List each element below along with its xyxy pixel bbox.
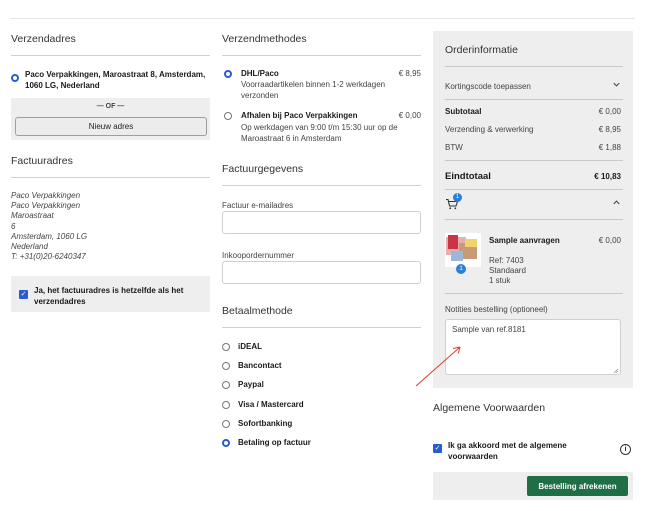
invoice-email-label: Factuur e-mailadres [222, 201, 294, 210]
payment-label-visa-mastercard[interactable]: Visa / Mastercard [238, 400, 304, 409]
shipping-method-price-pickup: € 0,00 [398, 111, 421, 120]
item-divider [445, 293, 623, 294]
payment-radio-invoice[interactable] [222, 439, 230, 447]
order-divider [445, 66, 623, 67]
item-qty-badge: 1 [456, 264, 466, 274]
billing-line: Amsterdam, 1060 LG [11, 231, 88, 241]
total-value: € 10,83 [594, 172, 621, 181]
info-icon[interactable]: i [620, 444, 631, 455]
shipping-methods-title: Verzendmethodes [222, 33, 307, 45]
shipping-method-name-pickup: Afhalen bij Paco Verpakkingen [241, 111, 358, 120]
po-number-label: Inkoopordernummer [222, 251, 295, 260]
payment-radio-ideal[interactable] [222, 343, 230, 351]
chevron-down-icon[interactable] [612, 80, 621, 91]
same-address-label: Ja, het factuuradres is hetzelfde als he… [34, 286, 184, 306]
shipping-address-radio[interactable] [11, 74, 19, 82]
shipping-method-name-dhl: DHL/Paco [241, 69, 279, 78]
resize-handle-icon[interactable] [613, 367, 619, 376]
checkout-button[interactable]: Bestelling afrekenen [527, 476, 628, 496]
item-name: Sample aanvragen [489, 236, 560, 245]
cart-divider [445, 219, 623, 220]
shipping-method-price-dhl: € 8,95 [398, 69, 421, 78]
billing-line: Paco Verpakkingen [11, 191, 81, 200]
payment-radio-sofortbanking[interactable] [222, 420, 230, 428]
terms-title: Algemene Voorwaarden [433, 402, 546, 414]
discount-toggle-label[interactable]: Kortingscode toepassen [445, 82, 531, 91]
invoice-email-input[interactable] [222, 211, 421, 234]
annotation-arrow-icon [415, 346, 461, 387]
invoice-divider [222, 185, 421, 186]
item-price: € 0,00 [598, 236, 621, 245]
payment-radio-paypal[interactable] [222, 381, 230, 389]
total-label: Eindtotaal [445, 171, 491, 182]
item-ref: Ref: 7403 [489, 256, 524, 265]
item-quantity: 1 stuk [489, 276, 511, 285]
totals-divider [445, 160, 623, 161]
notes-textarea[interactable]: Sample van ref.8181 [445, 319, 621, 375]
same-address-checkbox[interactable]: ✓ [19, 290, 28, 299]
subtotal-label: Subtotaal [445, 107, 482, 116]
payment-label-sofortbanking[interactable]: Sofortbanking [238, 419, 292, 428]
shipping-cost-label: Verzending & verwerking [445, 125, 534, 134]
shipping-cost-value: € 8,95 [598, 125, 621, 134]
vat-label: BTW [445, 143, 463, 152]
order-title: Orderinformatie [445, 44, 518, 56]
product-thumbnail [445, 233, 481, 267]
subtotal-value: € 0,00 [598, 107, 621, 116]
payment-title: Betaalmethode [222, 305, 293, 317]
payment-radio-bancontact[interactable] [222, 362, 230, 370]
payment-label-ideal[interactable]: iDEAL [238, 342, 262, 351]
po-number-input[interactable] [222, 261, 421, 284]
shipping-address-text: Paco Verpakkingen, Maroastraat 8, Amster… [25, 70, 206, 90]
shipping-methods-divider [222, 55, 421, 56]
billing-divider [11, 177, 210, 178]
billing-line: Maroastraat [11, 211, 54, 221]
chevron-up-icon[interactable] [612, 198, 621, 209]
billing-address: Paco Verpakkingen Paco Verpakkingen Maro… [11, 191, 201, 262]
new-address-button[interactable]: Nieuw adres [15, 117, 207, 136]
payment-radio-visa-mastercard[interactable] [222, 401, 230, 409]
item-variant: Standaard [489, 266, 526, 275]
terms-checkbox[interactable]: ✓ [433, 444, 442, 453]
terms-label: Ik ga akkoord met de algemene voorwaarde… [448, 441, 567, 461]
shipping-method-desc-pickup: Op werkdagen van 9:00 t/m 15:30 uur op d… [241, 123, 398, 143]
billing-line: 6 [11, 221, 16, 231]
notes-label: Notities bestelling (optioneel) [445, 305, 548, 314]
payment-label-invoice[interactable]: Betaling op factuur [238, 438, 311, 447]
payment-divider [222, 327, 421, 328]
total-divider [445, 189, 623, 190]
shipping-method-desc-dhl: Voorraadartikelen binnen 1-2 werkdagen v… [241, 80, 386, 100]
payment-label-paypal[interactable]: Paypal [238, 380, 264, 389]
billing-line: T: +31(0)20-6240347 [11, 252, 86, 262]
cart-count-badge: 1 [453, 193, 462, 202]
billing-line: Paco Verpakkingen [11, 201, 81, 211]
billing-title: Factuuradres [11, 155, 73, 167]
or-separator: — OF — [96, 103, 125, 110]
shipping-divider [11, 55, 210, 56]
billing-line: Nederland [11, 242, 48, 252]
shipping-title: Verzendadres [11, 33, 76, 45]
payment-label-bancontact[interactable]: Bancontact [238, 361, 282, 370]
shipping-method-radio-pickup[interactable] [224, 112, 232, 120]
vat-value: € 1,88 [598, 143, 621, 152]
discount-divider [445, 99, 623, 100]
invoice-title: Factuurgegevens [222, 163, 304, 175]
top-divider [10, 18, 635, 19]
shipping-method-radio-dhl[interactable] [224, 70, 232, 78]
